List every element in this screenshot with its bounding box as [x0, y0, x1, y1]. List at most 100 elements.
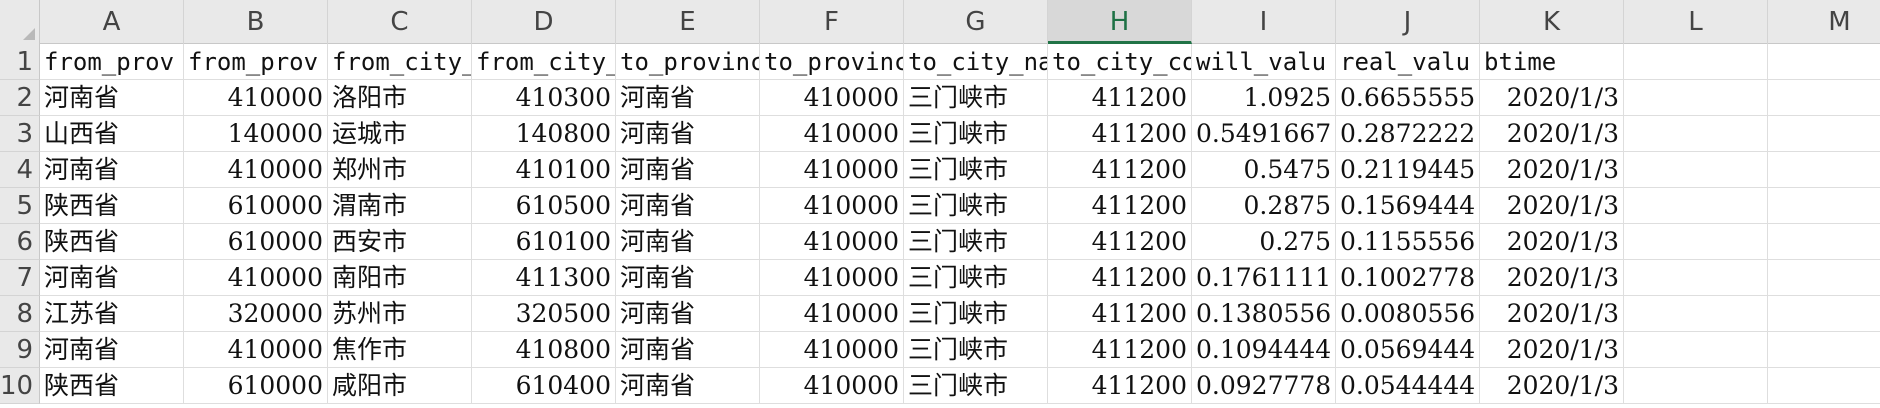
data-cell[interactable]: 陕西省 [40, 188, 184, 224]
data-cell[interactable]: 江苏省 [40, 296, 184, 332]
data-cell[interactable]: 0.0927778 [1192, 368, 1336, 404]
row-header-9[interactable]: 9 [0, 332, 40, 368]
data-cell[interactable]: 陕西省 [40, 224, 184, 260]
data-cell[interactable]: 411200 [1048, 116, 1192, 152]
data-cell[interactable]: 三门峡市 [904, 188, 1048, 224]
header-cell[interactable]: from_city_ [472, 44, 616, 80]
data-cell[interactable]: 河南省 [40, 80, 184, 116]
data-cell[interactable]: 河南省 [616, 296, 760, 332]
row-header-7[interactable]: 7 [0, 260, 40, 296]
header-cell[interactable]: from_prov [40, 44, 184, 80]
column-header-f[interactable]: F [760, 0, 904, 44]
cell[interactable] [1768, 296, 1880, 332]
data-cell[interactable]: 焦作市 [328, 332, 472, 368]
data-cell[interactable]: 410300 [472, 80, 616, 116]
data-cell[interactable]: 三门峡市 [904, 332, 1048, 368]
cell[interactable] [1768, 332, 1880, 368]
data-cell[interactable]: 2020/1/3 [1480, 260, 1624, 296]
column-header-d[interactable]: D [472, 0, 616, 44]
data-cell[interactable]: 三门峡市 [904, 152, 1048, 188]
data-cell[interactable]: 0.1761111 [1192, 260, 1336, 296]
header-cell[interactable]: to_city_co [1048, 44, 1192, 80]
data-cell[interactable]: 0.0544444 [1336, 368, 1480, 404]
column-header-j[interactable]: J [1336, 0, 1480, 44]
cell[interactable] [1768, 80, 1880, 116]
data-cell[interactable]: 0.1155556 [1336, 224, 1480, 260]
data-cell[interactable]: 河南省 [616, 152, 760, 188]
data-cell[interactable]: 411300 [472, 260, 616, 296]
data-cell[interactable]: 0.1002778 [1336, 260, 1480, 296]
data-cell[interactable]: 河南省 [40, 332, 184, 368]
cell[interactable] [1768, 224, 1880, 260]
data-cell[interactable]: 0.2875 [1192, 188, 1336, 224]
data-cell[interactable]: 140800 [472, 116, 616, 152]
data-cell[interactable]: 0.275 [1192, 224, 1336, 260]
row-header-5[interactable]: 5 [0, 188, 40, 224]
data-cell[interactable]: 410000 [760, 260, 904, 296]
header-cell[interactable]: real_valu [1336, 44, 1480, 80]
data-cell[interactable]: 西安市 [328, 224, 472, 260]
row-header-4[interactable]: 4 [0, 152, 40, 188]
cell[interactable] [1768, 188, 1880, 224]
data-cell[interactable]: 渭南市 [328, 188, 472, 224]
row-header-10[interactable]: 10 [0, 368, 40, 404]
data-cell[interactable]: 南阳市 [328, 260, 472, 296]
data-cell[interactable]: 1.0925 [1192, 80, 1336, 116]
data-cell[interactable]: 0.2872222 [1336, 116, 1480, 152]
data-cell[interactable]: 410000 [760, 152, 904, 188]
data-cell[interactable]: 0.1569444 [1336, 188, 1480, 224]
data-cell[interactable]: 610000 [184, 188, 328, 224]
data-cell[interactable]: 陕西省 [40, 368, 184, 404]
data-cell[interactable]: 河南省 [40, 152, 184, 188]
data-cell[interactable]: 三门峡市 [904, 368, 1048, 404]
header-cell[interactable]: from_prov [184, 44, 328, 80]
data-cell[interactable]: 0.6655555 [1336, 80, 1480, 116]
data-cell[interactable]: 410000 [184, 260, 328, 296]
cell[interactable] [1624, 296, 1768, 332]
row-header-2[interactable]: 2 [0, 80, 40, 116]
data-cell[interactable]: 三门峡市 [904, 80, 1048, 116]
data-cell[interactable]: 洛阳市 [328, 80, 472, 116]
header-cell[interactable]: will_valu [1192, 44, 1336, 80]
cell[interactable] [1624, 368, 1768, 404]
data-cell[interactable]: 0.2119445 [1336, 152, 1480, 188]
column-header-b[interactable]: B [184, 0, 328, 44]
row-header-1[interactable]: 1 [0, 44, 40, 80]
data-cell[interactable]: 0.5491667 [1192, 116, 1336, 152]
data-cell[interactable]: 河南省 [616, 260, 760, 296]
row-header-6[interactable]: 6 [0, 224, 40, 260]
cell[interactable] [1768, 368, 1880, 404]
data-cell[interactable]: 三门峡市 [904, 296, 1048, 332]
row-header-8[interactable]: 8 [0, 296, 40, 332]
data-cell[interactable]: 山西省 [40, 116, 184, 152]
data-cell[interactable]: 410100 [472, 152, 616, 188]
data-cell[interactable]: 河南省 [616, 368, 760, 404]
data-cell[interactable]: 苏州市 [328, 296, 472, 332]
data-cell[interactable]: 0.1380556 [1192, 296, 1336, 332]
data-cell[interactable]: 411200 [1048, 152, 1192, 188]
data-cell[interactable]: 410000 [760, 116, 904, 152]
column-header-i[interactable]: I [1192, 0, 1336, 44]
data-cell[interactable]: 0.0569444 [1336, 332, 1480, 368]
data-cell[interactable]: 河南省 [616, 116, 760, 152]
column-header-e[interactable]: E [616, 0, 760, 44]
row-header-3[interactable]: 3 [0, 116, 40, 152]
cell[interactable] [1624, 260, 1768, 296]
select-all-corner[interactable] [0, 0, 40, 44]
data-cell[interactable]: 0.5475 [1192, 152, 1336, 188]
header-cell[interactable]: to_city_na [904, 44, 1048, 80]
data-cell[interactable]: 410000 [760, 80, 904, 116]
data-cell[interactable]: 三门峡市 [904, 224, 1048, 260]
data-cell[interactable]: 411200 [1048, 296, 1192, 332]
column-header-a[interactable]: A [40, 0, 184, 44]
data-cell[interactable]: 610000 [184, 368, 328, 404]
cell[interactable] [1624, 188, 1768, 224]
data-cell[interactable]: 河南省 [616, 332, 760, 368]
data-cell[interactable]: 2020/1/3 [1480, 116, 1624, 152]
column-header-c[interactable]: C [328, 0, 472, 44]
data-cell[interactable]: 320000 [184, 296, 328, 332]
data-cell[interactable]: 咸阳市 [328, 368, 472, 404]
data-cell[interactable]: 2020/1/3 [1480, 332, 1624, 368]
cell[interactable] [1624, 332, 1768, 368]
cell[interactable] [1624, 224, 1768, 260]
